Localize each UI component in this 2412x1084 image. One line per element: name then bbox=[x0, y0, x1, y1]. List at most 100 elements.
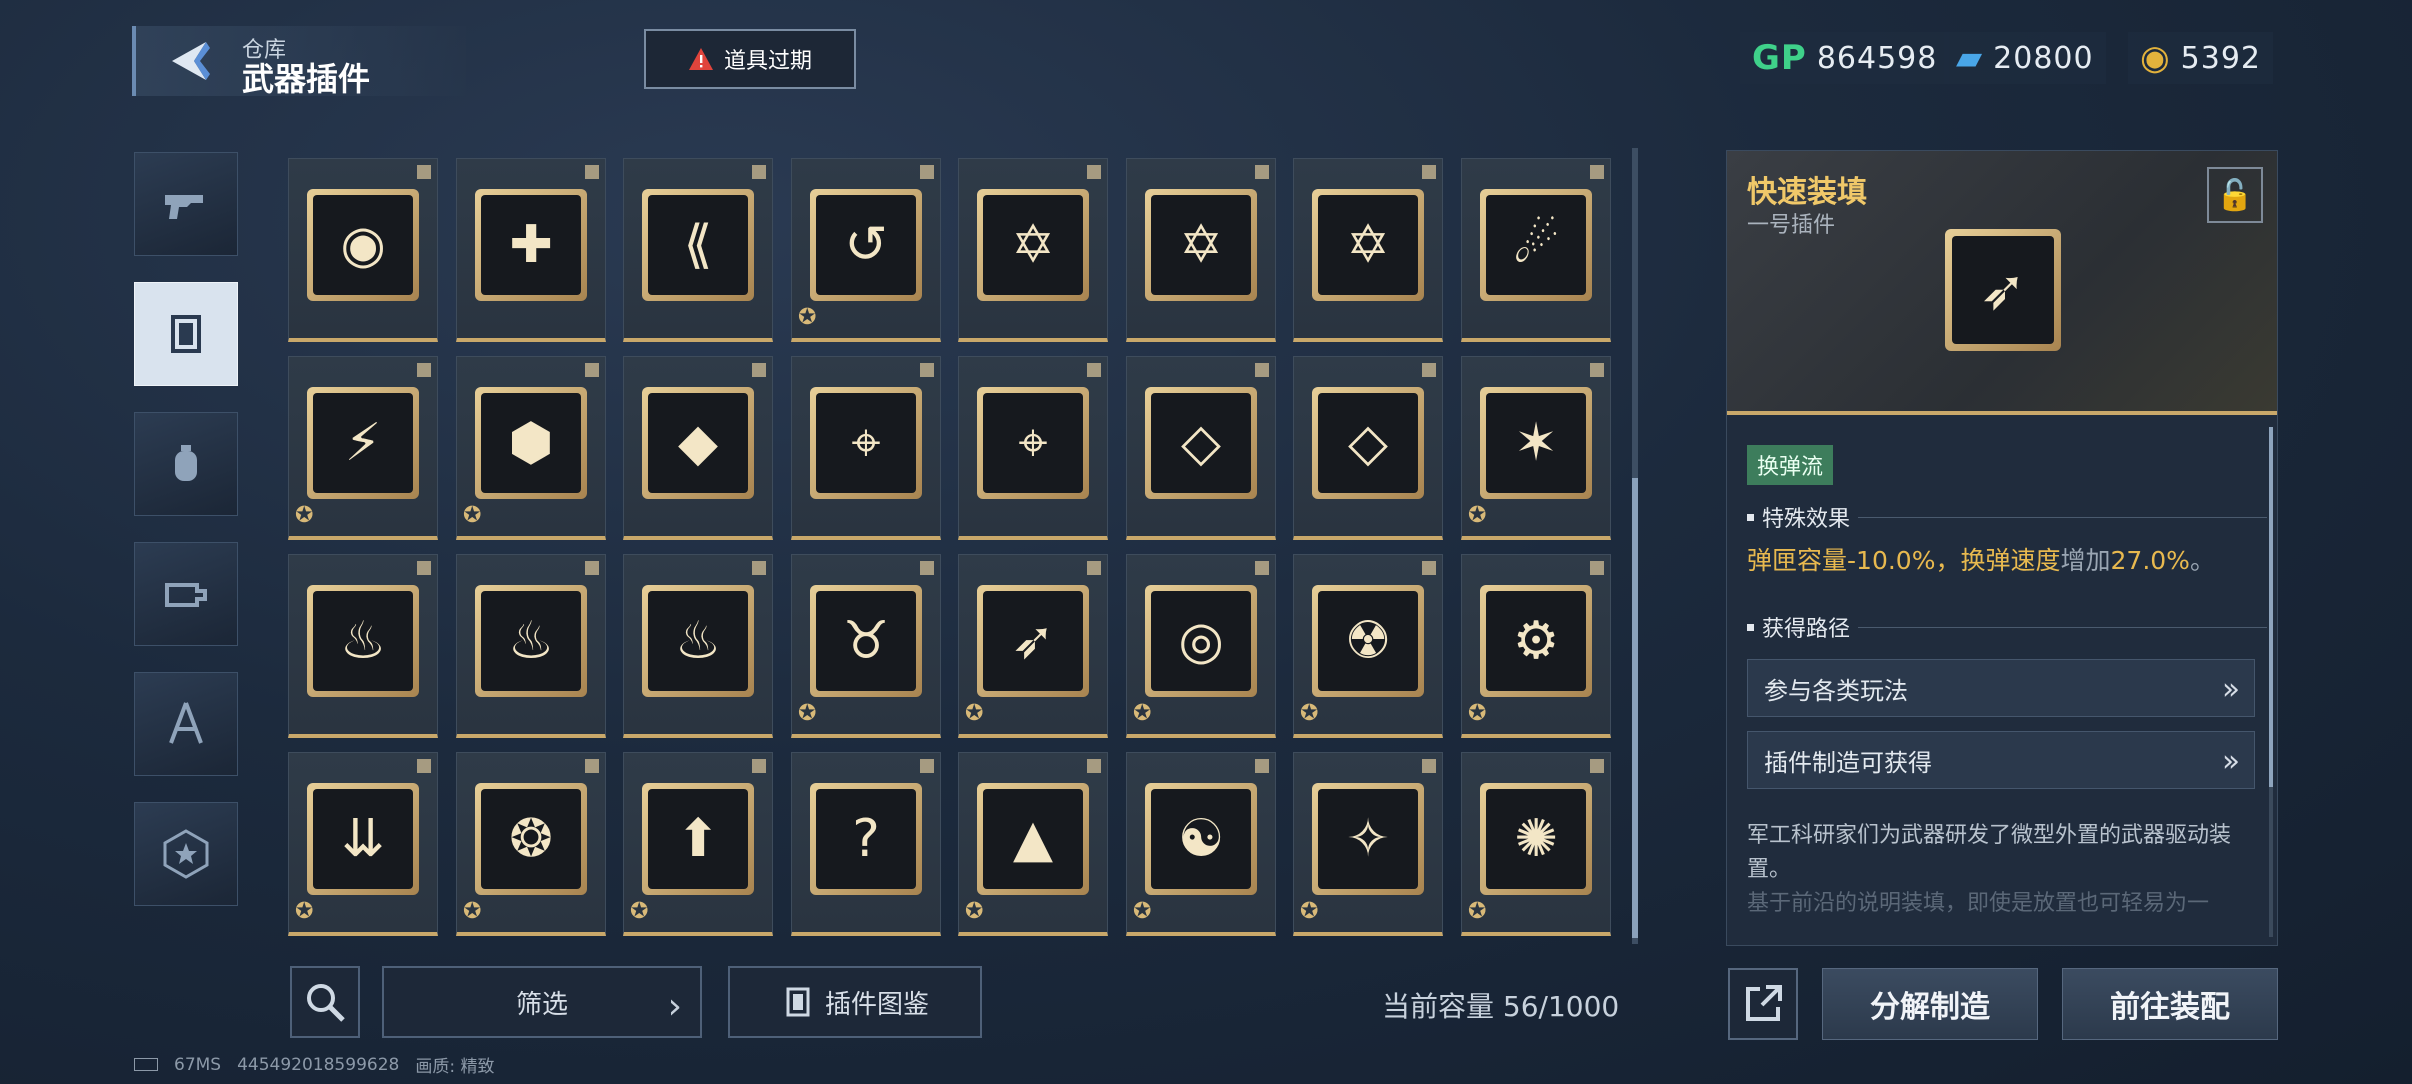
plugin-slot[interactable]: ☢ ✪ bbox=[1293, 554, 1443, 738]
plugin-slot[interactable]: ◇ bbox=[1293, 356, 1443, 540]
plugin-slot[interactable]: ✡ bbox=[1293, 158, 1443, 342]
plugin-card: ▲ bbox=[977, 783, 1089, 895]
plugin-slot[interactable]: ♉ ✪ bbox=[791, 554, 941, 738]
cross-target-icon: ✚ bbox=[481, 195, 581, 295]
ring-nodes-icon: ◎ bbox=[1151, 591, 1251, 691]
plugin-slot[interactable]: ⇊ ✪ bbox=[288, 752, 438, 936]
slot-corner-mark bbox=[417, 363, 431, 377]
expired-items-button[interactable]: 道具过期 bbox=[644, 29, 856, 89]
slot-corner-mark bbox=[417, 165, 431, 179]
plugin-description: 军工科研家们为武器研发了微型外置的武器驱动装置。 基于前沿的说明装填，即使是放置… bbox=[1747, 823, 2232, 916]
plugin-slot[interactable]: ↺ ✪ bbox=[791, 158, 941, 342]
plugin-subtitle: 一号插件 bbox=[1747, 213, 1836, 238]
slot-corner-mark bbox=[417, 759, 431, 773]
page-title: 武器插件 bbox=[242, 60, 371, 98]
plugin-slot[interactable]: ⬆ ✪ bbox=[623, 752, 773, 936]
plugin-slot[interactable]: ♨ bbox=[623, 554, 773, 738]
plugin-preview: ➶ bbox=[1945, 229, 2061, 351]
plugin-card: ♨ bbox=[475, 585, 587, 697]
dismantle-button[interactable]: 分解制造 bbox=[1822, 968, 2038, 1040]
plugin-card: ◎ bbox=[1145, 585, 1257, 697]
filter-button[interactable]: 筛选 › bbox=[382, 966, 702, 1038]
set-badge-icon: ✪ bbox=[295, 503, 314, 528]
plugin-slot[interactable]: ♨ bbox=[456, 554, 606, 738]
slot-corner-mark bbox=[1255, 165, 1269, 179]
set-badge-icon: ✪ bbox=[1300, 701, 1319, 726]
plugin-slot[interactable]: ✡ bbox=[958, 158, 1108, 342]
plugin-slot[interactable]: ❂ ✪ bbox=[456, 752, 606, 936]
plugin-slot[interactable]: ⚡ ✪ bbox=[288, 356, 438, 540]
gp-icon: GP bbox=[1752, 38, 1807, 78]
plugin-grid: ◉ ✚ ⟪ ↺ ✪ ✡ ✡ ✡ ☄ ⚡ ✪ ⬢ ✪ ◆ ⌖ ⌖ ◇ ◇ ✶ ✪ ♨ ♨ ♨ ♉ ✪ ➶ ✪ ◎ ✪ ☢ ✪ ⚙ ✪ ⇊ ✪ ❂ ✪ ⬆ ✪?… bbox=[288, 158, 1611, 948]
slot-corner-mark bbox=[1422, 165, 1436, 179]
plugin-slot[interactable]: ◇ bbox=[1126, 356, 1276, 540]
plugin-slot[interactable]: ⬢ ✪ bbox=[456, 356, 606, 540]
slot-corner-mark bbox=[1087, 561, 1101, 575]
plugin-slot[interactable]: ✶ ✪ bbox=[1461, 356, 1611, 540]
slot-corner-mark bbox=[585, 561, 599, 575]
plugin-slot[interactable]: ➶ ✪ bbox=[958, 554, 1108, 738]
plugin-slot[interactable]: ⌖ bbox=[958, 356, 1108, 540]
set-badge-icon: ✪ bbox=[965, 899, 984, 924]
plugin-slot[interactable]: ⌖ bbox=[791, 356, 941, 540]
slot-corner-mark bbox=[1422, 759, 1436, 773]
plugin-slot[interactable]: ☄ bbox=[1461, 158, 1611, 342]
slot-corner-mark bbox=[1590, 363, 1604, 377]
plugin-slot[interactable]: ◉ bbox=[288, 158, 438, 342]
plugin-card: ? bbox=[810, 783, 922, 895]
nav-attachment[interactable] bbox=[134, 542, 238, 646]
plugin-slot[interactable]: ☯ ✪ bbox=[1126, 752, 1276, 936]
set-badge-icon: ✪ bbox=[463, 503, 482, 528]
crosshair-icon: ⌖ bbox=[816, 393, 916, 493]
plugin-slot[interactable]: ⟪ bbox=[623, 158, 773, 342]
plugin-card: ☯ bbox=[1145, 783, 1257, 895]
detail-scrollbar[interactable] bbox=[2269, 427, 2273, 937]
currency-ticket-value: 20800 bbox=[1993, 40, 2094, 76]
set-badge-icon: ✪ bbox=[1468, 503, 1487, 528]
plugin-slot[interactable]: ✧ ✪ bbox=[1293, 752, 1443, 936]
warning-icon bbox=[688, 48, 713, 70]
slot-corner-mark bbox=[1087, 759, 1101, 773]
nav-grenade[interactable] bbox=[134, 412, 238, 516]
plugin-card: ⌖ bbox=[977, 387, 1089, 499]
hexagram-icon: ✡ bbox=[983, 195, 1083, 295]
nav-badge[interactable] bbox=[134, 802, 238, 906]
plugin-slot[interactable]: ✚ bbox=[456, 158, 606, 342]
plugin-card: ✚ bbox=[475, 189, 587, 301]
plugin-slot[interactable]: ✡ bbox=[1126, 158, 1276, 342]
eye-icon: ◉ bbox=[313, 195, 413, 295]
search-icon bbox=[307, 984, 345, 1022]
plugin-slot[interactable]: ◎ ✪ bbox=[1126, 554, 1276, 738]
slot-corner-mark bbox=[1087, 363, 1101, 377]
share-button[interactable] bbox=[1728, 968, 1798, 1040]
scrollbar-thumb[interactable] bbox=[1632, 478, 1638, 938]
nav-weapon[interactable] bbox=[134, 152, 238, 256]
route-craft-button[interactable]: 插件制造可获得 ›› bbox=[1747, 731, 2255, 789]
double-chevron-icon: ›› bbox=[2222, 672, 2240, 707]
set-badge-icon: ✪ bbox=[1300, 899, 1319, 924]
plugin-slot[interactable]: ? bbox=[791, 752, 941, 936]
plugin-slot[interactable]: ✺ ✪ bbox=[1461, 752, 1611, 936]
search-button[interactable] bbox=[290, 966, 360, 1038]
slot-corner-mark bbox=[752, 759, 766, 773]
grid-scrollbar[interactable] bbox=[1632, 148, 1638, 944]
nav-skill[interactable] bbox=[134, 672, 238, 776]
plugin-slot[interactable]: ♨ bbox=[288, 554, 438, 738]
double-chevron-icon: ›› bbox=[2222, 744, 2240, 779]
plugin-title: 快速装填 bbox=[1747, 175, 1867, 210]
equip-button[interactable]: 前往装配 bbox=[2062, 968, 2278, 1040]
plugin-detail-panel: 快速装填 一号插件 🔓 ➶ 换弹流 特殊效果 弹匣容量-10.0%，换弹速度增加… bbox=[1726, 150, 2278, 946]
unlock-icon[interactable]: 🔓 bbox=[2207, 167, 2263, 223]
plugin-atlas-button[interactable]: 插件图鉴 bbox=[728, 966, 982, 1038]
medal-icon: ❂ bbox=[481, 789, 581, 889]
plugin-slot[interactable]: ◆ bbox=[623, 356, 773, 540]
plugin-atlas-label: 插件图鉴 bbox=[824, 989, 929, 1020]
slot-corner-mark bbox=[1590, 165, 1604, 179]
route-gameplay-button[interactable]: 参与各类玩法 ›› bbox=[1747, 659, 2255, 717]
nav-plugin[interactable] bbox=[134, 282, 238, 386]
set-badge-icon: ✪ bbox=[1468, 701, 1487, 726]
plugin-slot[interactable]: ⚙ ✪ bbox=[1461, 554, 1611, 738]
ox-head-icon: ♉ bbox=[816, 591, 916, 691]
plugin-slot[interactable]: ▲ ✪ bbox=[958, 752, 1108, 936]
back-button[interactable]: 仓库 武器插件 bbox=[132, 26, 466, 98]
